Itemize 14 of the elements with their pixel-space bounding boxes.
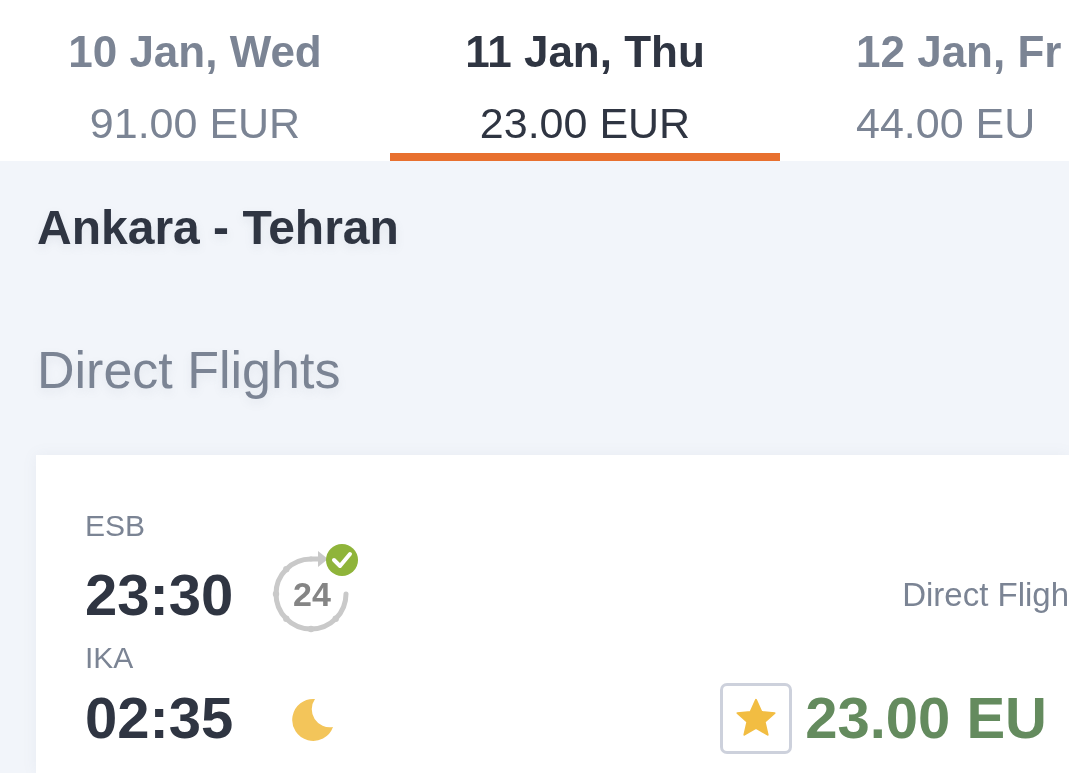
section-heading: Direct Flights (36, 340, 341, 400)
airport-code: ESB (85, 508, 147, 544)
route-title: Ankara - Tehran (36, 200, 399, 256)
date-tab[interactable]: 10 Jan, Wed 91.00 EUR (0, 0, 390, 161)
flight-time: 02:35 (85, 686, 235, 750)
flight-type-label: Direct Fligh (902, 575, 1069, 615)
flight-price: 23.00 EU (805, 686, 1047, 750)
favorite-toggle[interactable] (720, 682, 793, 754)
date-tab[interactable]: 11 Jan, Thu 23.00 EUR (390, 0, 780, 161)
hours-text: 24 (292, 575, 332, 613)
circular-arrow-check-icon (270, 543, 360, 633)
flight-time: 23:30 (85, 563, 235, 627)
date-tab[interactable]: 12 Jan, Fr 44.00 EU (780, 0, 1069, 161)
airport-code: IKA (85, 640, 135, 676)
